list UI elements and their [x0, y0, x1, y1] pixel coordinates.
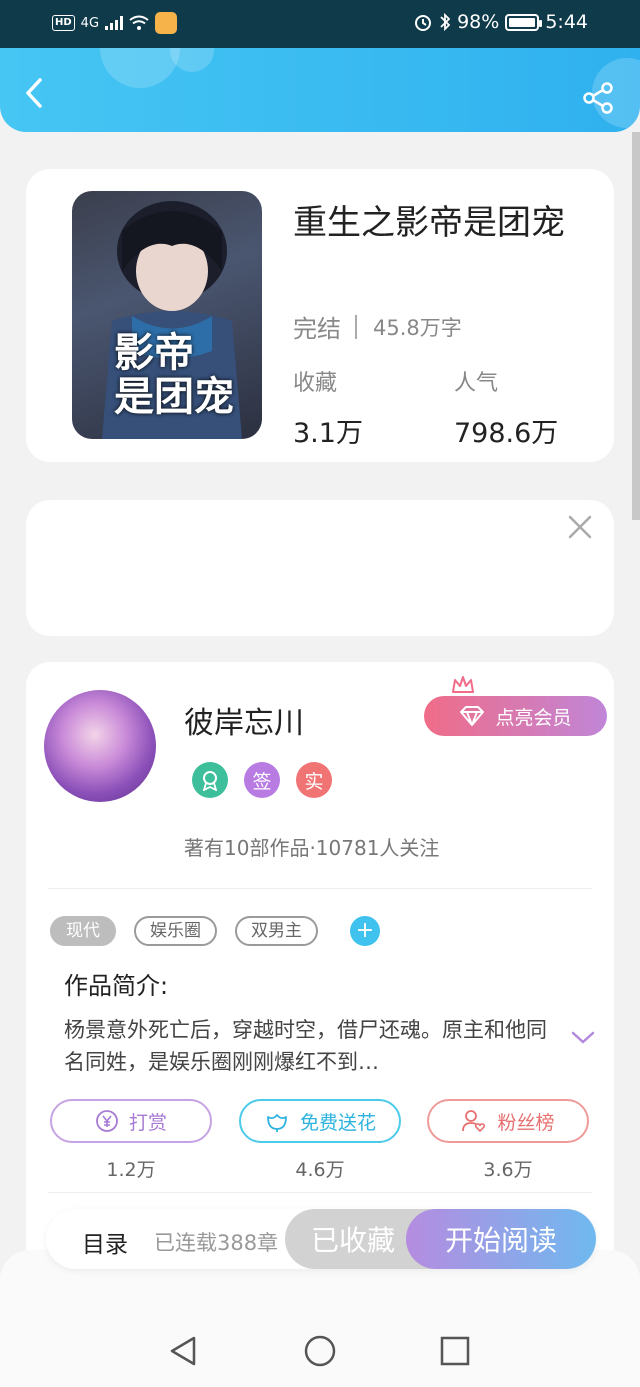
toc-button[interactable]: 目录 [82, 1225, 128, 1259]
author-avatar[interactable] [44, 690, 156, 802]
ad-card [26, 500, 614, 636]
expand-intro-button[interactable] [570, 1028, 596, 1048]
verified-badge[interactable]: 实 [296, 762, 332, 798]
chevron-down-icon [571, 1031, 595, 1044]
square-recents-icon [440, 1336, 470, 1366]
diamond-icon [460, 706, 485, 726]
book-status: 完结 [293, 315, 341, 343]
scrollbar[interactable] [632, 132, 640, 520]
triangle-back-icon [170, 1336, 196, 1366]
tag-item[interactable]: 娱乐圈 [134, 916, 217, 946]
intro-text[interactable]: 杨景意外死亡后，穿越时空，借尸还魂。原主和他同名同姓，是娱乐圈刚刚爆红不到… [64, 1014, 552, 1078]
start-reading-button[interactable]: 开始阅读 [406, 1209, 596, 1269]
nav-home-button[interactable] [303, 1334, 337, 1368]
share-button[interactable] [580, 80, 616, 116]
flower-icon [267, 1114, 287, 1132]
header [0, 48, 640, 132]
tag-item[interactable]: 双男主 [235, 916, 318, 946]
send-flower-button[interactable]: 免费送花 [239, 1099, 401, 1143]
ad-close-button[interactable] [567, 514, 593, 540]
alarm-icon [415, 15, 432, 31]
intro-heading: 作品简介: [64, 972, 169, 1000]
serial-status: 已连载388章 [154, 1231, 279, 1255]
medal-icon [202, 771, 218, 791]
status-bar: HD 4G 98% 5:44 [0, 0, 640, 48]
tag-list: 现代 娱乐圈 双男主 + [50, 916, 380, 946]
book-meta: 完结 45.8万字 [293, 309, 462, 344]
tip-action: 打赏 1.2万 [50, 1099, 212, 1182]
author-name[interactable]: 彼岸忘川 [184, 698, 304, 742]
tip-button[interactable]: 打赏 [50, 1099, 212, 1143]
cover-title: 影帝 是团宠 [114, 329, 234, 420]
fans-rank-button[interactable]: 粉丝榜 [427, 1099, 589, 1143]
popularity-stat: 人气 798.6万 [454, 365, 558, 450]
author-badges: 签 实 [192, 762, 332, 798]
battery-fill [509, 17, 535, 27]
decor-bubble [100, 48, 180, 88]
share-icon [583, 82, 613, 114]
popularity-label: 人气 [454, 371, 499, 396]
author-card: 彼岸忘川 点亮会员 签 实 著有10部作品·10781人关注 现代 娱乐圈 双男… [26, 662, 614, 1292]
flower-label: 免费送花 [299, 1111, 376, 1134]
close-icon [568, 515, 592, 539]
author-stats: 著有10部作品·10781人关注 [184, 836, 440, 860]
wifi-icon [129, 15, 149, 30]
back-chevron-icon [26, 78, 42, 108]
tip-count: 1.2万 [106, 1159, 156, 1181]
fans-count: 3.6万 [483, 1159, 533, 1181]
book-info-card: 影帝 是团宠 重生之影帝是团宠 完结 45.8万字 收藏 3.1万 人气 798… [26, 169, 614, 462]
add-tag-button[interactable]: + [350, 916, 380, 946]
signed-badge[interactable]: 签 [244, 762, 280, 798]
fans-label: 粉丝榜 [497, 1111, 555, 1134]
battery-percent: 98% [457, 11, 500, 33]
favorites-label: 收藏 [293, 371, 338, 396]
flower-count: 4.6万 [295, 1159, 345, 1181]
medal-badge-icon[interactable] [192, 762, 228, 798]
vip-button[interactable]: 点亮会员 [424, 696, 607, 736]
divider [48, 1192, 592, 1193]
fans-action: 粉丝榜 3.6万 [427, 1099, 589, 1182]
bluetooth-icon [440, 12, 451, 32]
decor-bubble [170, 48, 214, 72]
tip-label: 打赏 [128, 1111, 167, 1134]
battery-icon [505, 13, 543, 31]
meta-divider [355, 314, 357, 339]
signal-indicator: 4G [80, 15, 100, 31]
book-title: 重生之影帝是团宠 [293, 203, 565, 243]
circle-home-icon [304, 1335, 336, 1367]
app-notification-icon [155, 12, 178, 34]
system-nav-bar [0, 1316, 640, 1387]
nav-recents-button[interactable] [438, 1334, 472, 1368]
signal-bars-icon [105, 16, 124, 30]
user-heart-icon [462, 1110, 486, 1133]
favorites-value: 3.1万 [293, 418, 363, 449]
reading-action-bar: 目录 已连载388章 已收藏 开始阅读 [46, 1209, 596, 1269]
status-right: 98% 5:44 [413, 11, 588, 33]
hd-indicator: HD [52, 15, 75, 31]
divider [48, 888, 592, 889]
back-button[interactable] [18, 76, 52, 110]
book-cover[interactable]: 影帝 是团宠 [72, 191, 262, 439]
flower-action: 免费送花 4.6万 [239, 1099, 401, 1182]
clock: 5:44 [545, 11, 588, 33]
yuan-icon [96, 1110, 118, 1132]
nav-back-button[interactable] [166, 1334, 200, 1368]
crown-icon [452, 676, 474, 693]
tag-item[interactable]: 现代 [50, 916, 116, 946]
word-count: 45.8万字 [373, 315, 462, 340]
vip-label: 点亮会员 [495, 706, 572, 729]
popularity-value: 798.6万 [454, 418, 559, 449]
favorites-stat: 收藏 3.1万 [293, 365, 363, 450]
status-left: HD 4G [52, 12, 178, 34]
